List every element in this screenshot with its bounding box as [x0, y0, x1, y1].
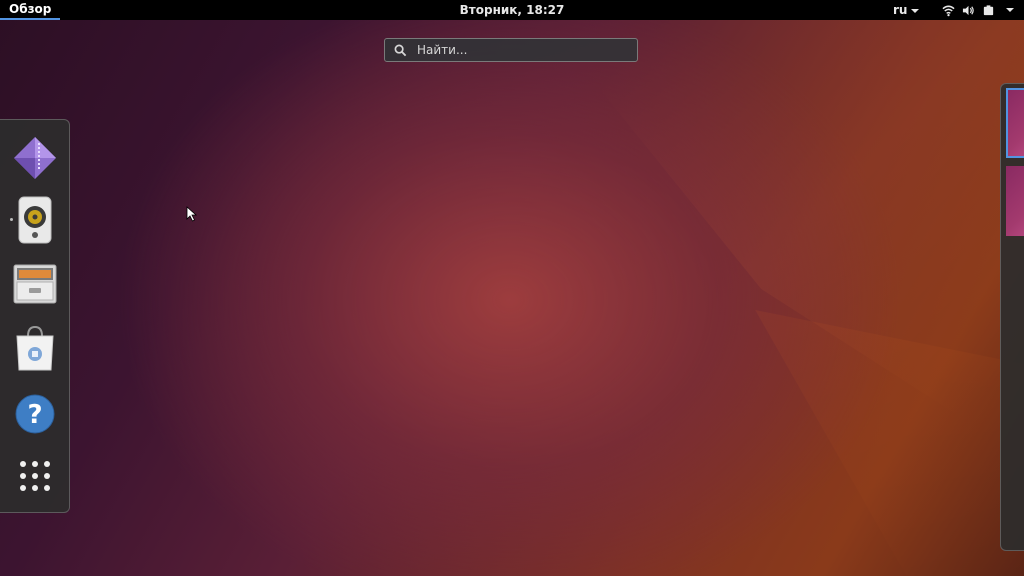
battery-icon — [983, 4, 994, 15]
dash-item-help[interactable]: ? — [7, 386, 63, 442]
app-grid-icon — [20, 461, 50, 491]
search-icon — [394, 44, 407, 56]
workspace-thumbnail-1[interactable] — [1006, 88, 1024, 158]
dash-item-archive-manager[interactable] — [7, 130, 63, 186]
wallpaper-light-beam — [544, 20, 1024, 468]
dash-item-software-center[interactable] — [7, 320, 63, 376]
workspace-thumbnail-2[interactable] — [1006, 166, 1024, 236]
chevron-down-icon — [1006, 8, 1014, 12]
shopping-bag-icon — [16, 325, 54, 371]
volume-icon — [962, 5, 974, 15]
speaker-icon — [18, 196, 52, 244]
clock-area: Вторник, 18:27 — [0, 0, 1024, 20]
archive-manager-icon — [14, 137, 56, 179]
help-icon: ? — [15, 394, 55, 434]
show-applications-button[interactable] — [7, 448, 63, 504]
search-box — [384, 38, 638, 62]
workspace-switcher — [1000, 83, 1024, 551]
dash-item-rhythmbox[interactable] — [7, 192, 63, 248]
clock-button[interactable]: Вторник, 18:27 — [460, 3, 565, 17]
running-indicator — [10, 218, 13, 221]
mouse-pointer-icon — [186, 206, 198, 222]
language-label: ru — [893, 3, 908, 17]
wifi-icon — [942, 5, 955, 16]
keyboard-layout-indicator[interactable]: ru — [893, 0, 920, 20]
search-input[interactable] — [415, 42, 629, 58]
wallpaper-light-beam — [755, 310, 1024, 576]
chevron-down-icon — [911, 8, 920, 13]
dash-panel: ? — [0, 119, 70, 513]
top-bar: Обзор Вторник, 18:27 ru — [0, 0, 1024, 20]
file-cabinet-icon — [13, 264, 57, 304]
dash-item-files[interactable] — [7, 256, 63, 312]
svg-text:?: ? — [27, 400, 42, 430]
system-menu-button[interactable] — [942, 0, 1014, 20]
